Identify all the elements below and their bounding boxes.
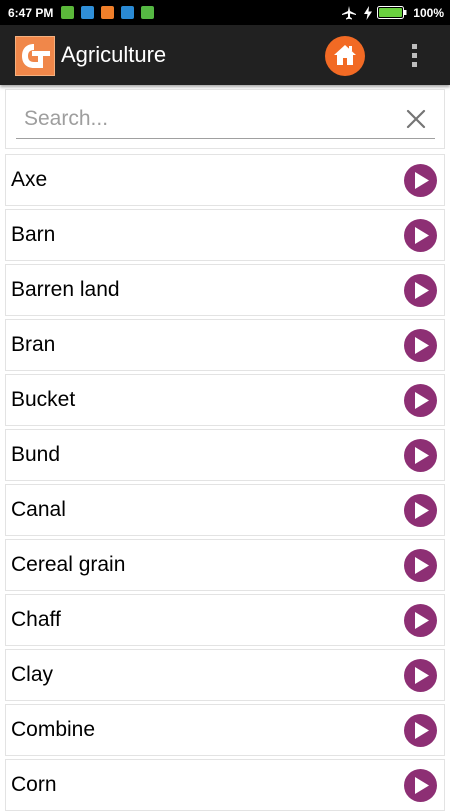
battery-icon	[377, 6, 407, 19]
list-item[interactable]: Axe	[5, 154, 445, 206]
close-icon	[406, 109, 426, 129]
search-input[interactable]	[16, 104, 386, 134]
list-item-label: Barren land	[11, 278, 120, 301]
list-item[interactable]: Combine	[5, 704, 445, 756]
home-icon	[334, 45, 356, 65]
list-item-label: Chaff	[11, 608, 61, 631]
list-item-label: Bran	[11, 333, 56, 356]
android-notification-icon	[141, 6, 154, 19]
list-item[interactable]: Barn	[5, 209, 445, 261]
list-item[interactable]: Bran	[5, 319, 445, 371]
search-card	[5, 89, 445, 149]
list-item[interactable]: Bucket	[5, 374, 445, 426]
list-item[interactable]: Clay	[5, 649, 445, 701]
list-item[interactable]: Corn	[5, 759, 445, 811]
home-button[interactable]	[325, 36, 365, 76]
app-bar: Agriculture	[0, 25, 450, 85]
play-button[interactable]	[404, 274, 437, 307]
vpn-notification-icon	[121, 6, 134, 19]
play-icon	[415, 557, 429, 574]
app-title: Agriculture	[61, 42, 167, 67]
play-button[interactable]	[404, 384, 437, 417]
list-item-label: Clay	[11, 663, 54, 686]
more-options-button[interactable]	[403, 40, 427, 72]
play-icon	[415, 392, 429, 409]
play-icon	[415, 447, 429, 464]
search-underline	[16, 138, 435, 139]
play-icon	[415, 777, 429, 794]
list-item-label: Combine	[11, 718, 96, 741]
list-item[interactable]: Barren land	[5, 264, 445, 316]
app-notification-icon	[61, 6, 74, 19]
play-icon	[415, 337, 429, 354]
play-button[interactable]	[404, 329, 437, 362]
status-time: 6:47 PM	[8, 6, 54, 20]
play-icon	[415, 612, 429, 629]
play-button[interactable]	[404, 219, 437, 252]
play-icon	[415, 502, 429, 519]
play-icon	[415, 227, 429, 244]
play-icon	[415, 722, 429, 739]
play-button[interactable]	[404, 769, 437, 802]
list-item-label: Bucket	[11, 388, 76, 411]
list-item-label: Bund	[11, 443, 61, 466]
status-bar: 6:47 PM 100%	[0, 0, 450, 25]
chat-notification-icon	[81, 6, 94, 19]
list-item-label: Corn	[11, 773, 57, 796]
list-item-label: Canal	[11, 498, 66, 521]
list-item-label: Cereal grain	[11, 553, 126, 576]
play-button[interactable]	[404, 659, 437, 692]
play-button[interactable]	[404, 494, 437, 527]
play-icon	[415, 667, 429, 684]
play-button[interactable]	[404, 549, 437, 582]
play-icon	[415, 172, 429, 189]
play-button[interactable]	[404, 714, 437, 747]
app-logo-icon	[15, 36, 55, 76]
list-item[interactable]: Bund	[5, 429, 445, 481]
status-system-icons: 100%	[341, 4, 444, 21]
play-button[interactable]	[404, 439, 437, 472]
list-item-label: Axe	[11, 168, 48, 191]
play-button[interactable]	[404, 164, 437, 197]
play-icon	[415, 282, 429, 299]
play-button[interactable]	[404, 604, 437, 637]
list-item[interactable]: Cereal grain	[5, 539, 445, 591]
mail-notification-icon	[101, 6, 114, 19]
airplane-mode-icon	[342, 5, 357, 19]
list-item[interactable]: Canal	[5, 484, 445, 536]
list-item[interactable]: Chaff	[5, 594, 445, 646]
battery-percent: 100%	[413, 5, 444, 20]
clear-search-button[interactable]	[405, 108, 427, 130]
list-item-label: Barn	[11, 223, 56, 246]
charging-icon	[364, 5, 373, 20]
